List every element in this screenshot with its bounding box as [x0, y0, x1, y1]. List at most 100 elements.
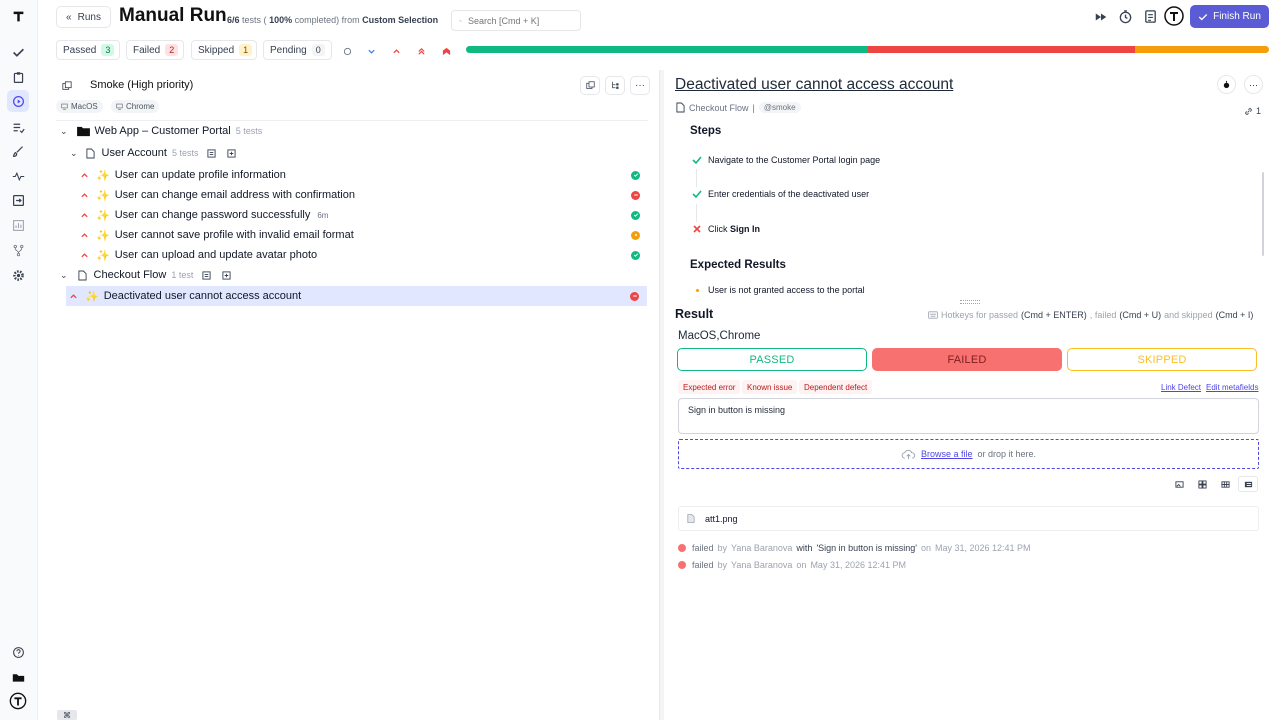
list-check-icon[interactable]: [7, 116, 29, 138]
copy-button[interactable]: [580, 76, 600, 95]
folder-icon[interactable]: [7, 666, 29, 688]
test-row[interactable]: ✨ User can update profile information: [56, 165, 648, 185]
chevron-down-icon[interactable]: ⌄: [60, 270, 68, 281]
view-grid-small-button[interactable]: [1215, 476, 1235, 492]
filter-skipped[interactable]: Skipped 1: [191, 40, 257, 60]
automation-icon: ✨: [96, 169, 110, 182]
breadcrumb-separator: |: [752, 102, 755, 113]
pulse-icon[interactable]: [7, 165, 29, 187]
runs-button-label: Runs: [77, 11, 101, 23]
file-dropzone[interactable]: Browse a file or drop it here.: [678, 439, 1259, 469]
app: « Runs Manual Run 6/6 tests ( 100% compl…: [0, 0, 1280, 720]
passed-button[interactable]: PASSED: [677, 348, 867, 371]
pending-count-badge: 0: [311, 44, 325, 56]
skipped-status-icon: [631, 230, 640, 240]
filter-passed[interactable]: Passed 3: [56, 40, 120, 60]
edit-metafields-link[interactable]: Edit metafields: [1206, 383, 1258, 392]
step-3: Click Sign In: [692, 224, 760, 234]
priority-normal-icon: [81, 172, 88, 177]
chart-icon[interactable]: [7, 214, 29, 236]
priority-high-icon[interactable]: [417, 45, 426, 55]
automation-icon: ✨: [96, 249, 110, 262]
help-icon[interactable]: [7, 641, 29, 663]
user-avatar[interactable]: [1164, 6, 1184, 26]
report-icon[interactable]: [1143, 9, 1158, 24]
document-icon: [676, 102, 685, 113]
view-list-button[interactable]: [1238, 476, 1258, 492]
expected-result-1: User is not granted access to the portal: [696, 285, 865, 295]
attachment-item[interactable]: att1.png: [678, 506, 1259, 531]
search-input[interactable]: [468, 15, 573, 26]
skipped-button[interactable]: SKIPPED: [1067, 348, 1257, 371]
play-icon[interactable]: [7, 90, 29, 112]
panel-resizer[interactable]: [659, 70, 664, 720]
view-preview-button[interactable]: [1169, 476, 1189, 492]
test-row[interactable]: ✨ User can upload and update avatar photo: [56, 245, 648, 265]
link-defect-link[interactable]: Link Defect: [1161, 383, 1201, 392]
check-icon[interactable]: [7, 41, 29, 63]
suite-row[interactable]: ⌄ Web App – Customer Portal 5 tests: [56, 121, 648, 141]
notes-icon[interactable]: [202, 270, 211, 280]
avatar-icon[interactable]: [7, 690, 29, 712]
passed-status-icon: [631, 250, 640, 260]
test-row[interactable]: ✨ User can change email address with conf…: [56, 185, 648, 205]
runs-back-button[interactable]: « Runs: [56, 6, 111, 28]
detail-more-button[interactable]: ···: [1244, 75, 1263, 94]
chevron-down-icon[interactable]: ⌄: [60, 126, 68, 137]
check-icon: [1198, 13, 1208, 20]
result-message-textarea[interactable]: Sign in button is missing: [678, 398, 1259, 434]
test-title: User can upload and update avatar photo: [114, 249, 318, 261]
brush-icon[interactable]: [7, 140, 29, 162]
breadcrumb-suite[interactable]: Checkout Flow: [689, 103, 749, 113]
automation-icon: ✨: [96, 209, 110, 222]
failed-button[interactable]: FAILED: [872, 348, 1062, 371]
result-heading: Result: [675, 307, 714, 321]
grid-small-icon: [1220, 480, 1230, 488]
dependent-defect-tag[interactable]: Dependent defect: [799, 380, 873, 394]
add-icon[interactable]: [227, 148, 237, 158]
fork-icon[interactable]: [7, 239, 29, 261]
add-icon[interactable]: [222, 270, 231, 280]
group-row-checkout-flow[interactable]: ⌄ Checkout Flow 1 test: [56, 265, 648, 285]
timer-icon[interactable]: [1118, 9, 1133, 24]
sidebar: [0, 0, 38, 720]
chevron-down-icon[interactable]: ⌄: [70, 148, 78, 159]
test-row[interactable]: ✨ User can change password successfully 6m: [56, 205, 648, 225]
clipboard-icon[interactable]: [7, 66, 29, 88]
notes-icon[interactable]: [207, 148, 217, 158]
tree-view-button[interactable]: [605, 76, 625, 95]
view-grid-large-button[interactable]: [1192, 476, 1212, 492]
priority-critical-icon[interactable]: [442, 45, 451, 56]
known-issue-tag[interactable]: Known issue: [742, 380, 798, 394]
steps-scrollbar[interactable]: [1262, 172, 1264, 256]
link-icon: [1245, 107, 1252, 115]
import-icon[interactable]: [7, 189, 29, 211]
priority-normal-icon: [81, 232, 88, 237]
filter-failed[interactable]: Failed 2: [126, 40, 184, 60]
command-icon[interactable]: ⌘: [57, 710, 77, 720]
gear-icon[interactable]: [7, 264, 29, 286]
group-row-user-account[interactable]: ⌄ User Account 5 tests: [56, 143, 648, 163]
browse-file-link[interactable]: Browse a file: [921, 449, 973, 459]
priority-none-icon[interactable]: [343, 45, 352, 56]
filter-pending[interactable]: Pending 0: [263, 40, 332, 60]
test-row[interactable]: ✨ Deactivated user cannot access account: [66, 286, 647, 306]
expected-error-tag[interactable]: Expected error: [678, 380, 741, 394]
resize-handle[interactable]: [960, 300, 980, 304]
failed-status-icon: [631, 190, 640, 200]
automation-icon: ✨: [96, 189, 110, 202]
bug-button[interactable]: [1217, 75, 1236, 94]
smoke-tag[interactable]: @smoke: [758, 102, 801, 113]
failed-status-icon: [678, 561, 686, 569]
test-detail-title[interactable]: Deactivated user cannot access account: [675, 76, 953, 94]
test-row[interactable]: ✨ User cannot save profile with invalid e…: [56, 225, 648, 245]
fast-forward-icon[interactable]: [1094, 10, 1108, 24]
step-connector: [696, 169, 697, 187]
finish-run-button[interactable]: Finish Run: [1190, 5, 1269, 28]
priority-low-icon[interactable]: [367, 45, 376, 54]
links-count[interactable]: 1: [1244, 106, 1261, 116]
logo-icon[interactable]: [7, 5, 29, 27]
more-options-button[interactable]: ···: [630, 76, 650, 95]
priority-normal-icon[interactable]: [392, 45, 401, 54]
search-box[interactable]: [451, 10, 581, 31]
